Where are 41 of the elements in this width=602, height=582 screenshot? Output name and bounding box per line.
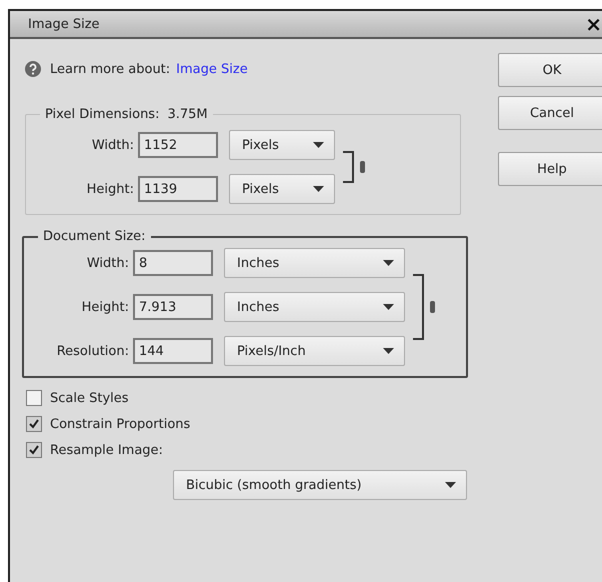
checkbox-label: Resample Image: xyxy=(50,442,163,458)
unit-dropdown[interactable]: Inches xyxy=(224,248,405,278)
value-field[interactable]: 1152 xyxy=(138,132,218,158)
help-label: Learn more about: xyxy=(50,62,170,76)
group-title: Pixel Dimensions: xyxy=(45,107,160,122)
field-label: Width: xyxy=(90,138,135,152)
resample-dropdown[interactable]: Bicubic (smooth gradients) xyxy=(173,470,467,500)
window-title: Image Size xyxy=(28,16,100,32)
caret-icon xyxy=(313,142,324,148)
dialog-button[interactable]: Help xyxy=(498,152,602,186)
value-field[interactable]: 1139 xyxy=(138,176,218,202)
field-label: Height: xyxy=(80,300,130,314)
link-bracket-icon[interactable] xyxy=(341,151,367,183)
field-label: Resolution: xyxy=(56,344,130,358)
checkbox-label: Scale Styles xyxy=(50,390,129,406)
group-title: Document Size: xyxy=(43,229,146,244)
unit-dropdown[interactable]: Pixels/Inch xyxy=(224,336,405,366)
close-button[interactable]: × xyxy=(585,12,602,36)
field-label: Width: xyxy=(86,256,130,270)
caret-icon xyxy=(445,482,456,488)
caret-icon xyxy=(383,304,394,310)
checkbox[interactable] xyxy=(26,390,42,406)
value-field[interactable]: 8 xyxy=(133,250,213,276)
unit-dropdown[interactable]: Pixels xyxy=(229,130,335,160)
dialog-button[interactable]: OK xyxy=(498,53,602,87)
caret-icon xyxy=(313,186,324,192)
checkbox[interactable] xyxy=(26,442,42,458)
checkbox[interactable] xyxy=(26,416,42,432)
field-label: Height: xyxy=(86,182,135,196)
caret-icon xyxy=(383,348,394,354)
unit-dropdown[interactable]: Inches xyxy=(224,292,405,322)
caret-icon xyxy=(383,260,394,266)
help-icon xyxy=(24,60,42,78)
dialog-button[interactable]: Cancel xyxy=(498,96,602,130)
help-link[interactable]: Image Size xyxy=(176,62,248,76)
value-field[interactable]: 144 xyxy=(133,338,213,364)
file-size: 3.75M xyxy=(167,107,208,122)
link-bracket-icon[interactable] xyxy=(411,274,437,340)
checkbox-label: Constrain Proportions xyxy=(50,416,190,432)
value-field[interactable]: 7.913 xyxy=(133,294,213,320)
unit-dropdown[interactable]: Pixels xyxy=(229,174,335,204)
